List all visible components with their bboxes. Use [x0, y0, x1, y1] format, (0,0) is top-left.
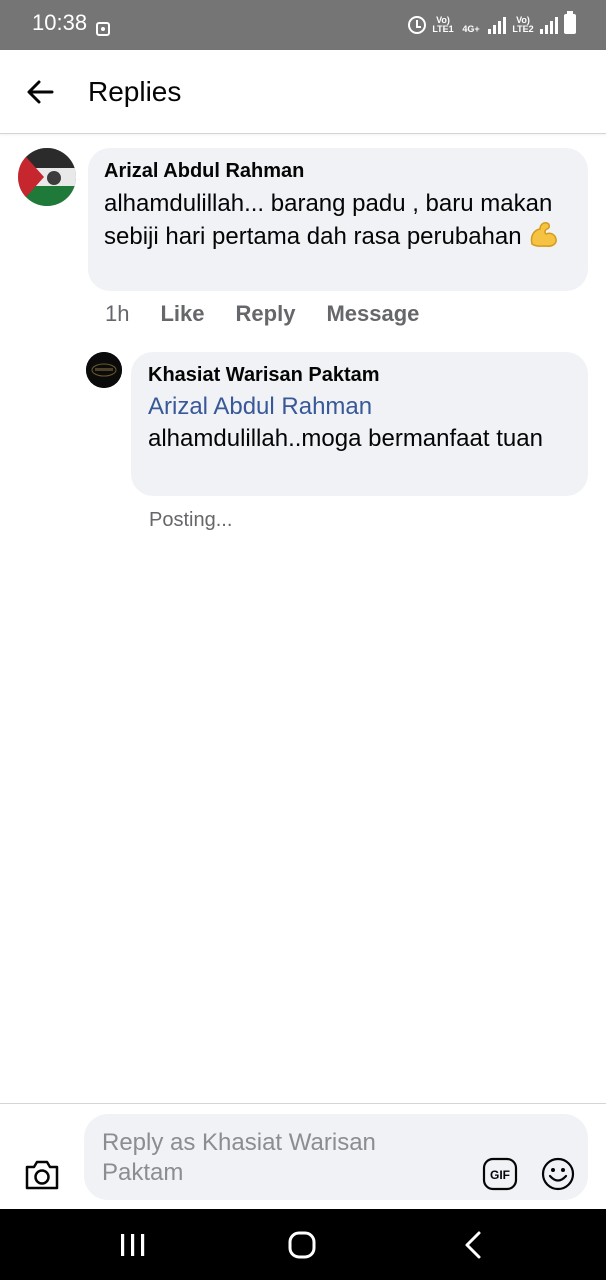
- message-button[interactable]: Message: [326, 301, 419, 327]
- camera-icon[interactable]: [22, 1154, 62, 1194]
- avatar[interactable]: [18, 148, 76, 206]
- comment-text: alhamdulillah... barang padu , baru maka…: [104, 188, 572, 253]
- network-label: 4G+: [462, 24, 480, 34]
- alarm-icon: [408, 16, 426, 34]
- avatar-image: [18, 148, 76, 206]
- header: Replies: [0, 50, 606, 134]
- sim1-label: Vo) LTE1: [432, 15, 454, 34]
- posting-status: Posting...: [149, 509, 233, 531]
- arrow-left-icon[interactable]: [24, 76, 56, 108]
- reply-button[interactable]: Reply: [236, 301, 296, 327]
- smile-icon[interactable]: [540, 1156, 576, 1192]
- comment-body: alhamdulillah... barang padu , baru maka…: [104, 190, 553, 250]
- comment-actions: 1h Like Reply Message: [105, 301, 450, 327]
- status-time: 10:38: [32, 10, 88, 35]
- reply-placeholder: Reply as Khasiat Warisan Paktam: [102, 1129, 376, 1186]
- reply-avatar-image: [86, 352, 122, 388]
- comment-bubble[interactable]: Arizal Abdul Rahman alhamdulillah... bar…: [88, 148, 588, 291]
- notification-icon: [96, 22, 110, 36]
- reply-author[interactable]: Khasiat Warisan Paktam: [148, 363, 571, 387]
- page-title: Replies: [88, 76, 182, 107]
- comment-time: 1h: [105, 301, 130, 326]
- signal1-icon: [488, 16, 506, 34]
- gif-icon[interactable]: GIF: [482, 1156, 518, 1192]
- status-indicators: Vo) LTE1 4G+ Vo) LTE2: [408, 11, 576, 34]
- system-nav-bar: [0, 1209, 606, 1280]
- reply-mention-link[interactable]: Arizal Abdul Rahman: [148, 391, 571, 423]
- status-bar: 10:38 Vo) LTE1 4G+ Vo) LTE2: [0, 0, 606, 50]
- comment-author[interactable]: Arizal Abdul Rahman: [104, 159, 572, 183]
- reply-composer: Reply as Khasiat Warisan Paktam GIF: [0, 1103, 606, 1209]
- reply-bubble[interactable]: Khasiat Warisan Paktam Arizal Abdul Rahm…: [131, 352, 588, 496]
- home-icon[interactable]: [286, 1229, 318, 1261]
- battery-icon: [564, 11, 576, 34]
- reply-input[interactable]: Reply as Khasiat Warisan Paktam GIF: [84, 1114, 588, 1200]
- recents-icon[interactable]: [118, 1231, 148, 1259]
- reply-avatar[interactable]: [86, 352, 122, 388]
- signal2-icon: [540, 16, 558, 34]
- sim2-label: Vo) LTE2: [512, 15, 534, 34]
- flexed-biceps-icon: [531, 222, 558, 247]
- reply-text: alhamdulillah..moga bermanfaat tuan: [148, 425, 543, 452]
- back-nav-icon[interactable]: [460, 1229, 486, 1261]
- gif-label: GIF: [490, 1168, 510, 1182]
- like-button[interactable]: Like: [160, 301, 204, 327]
